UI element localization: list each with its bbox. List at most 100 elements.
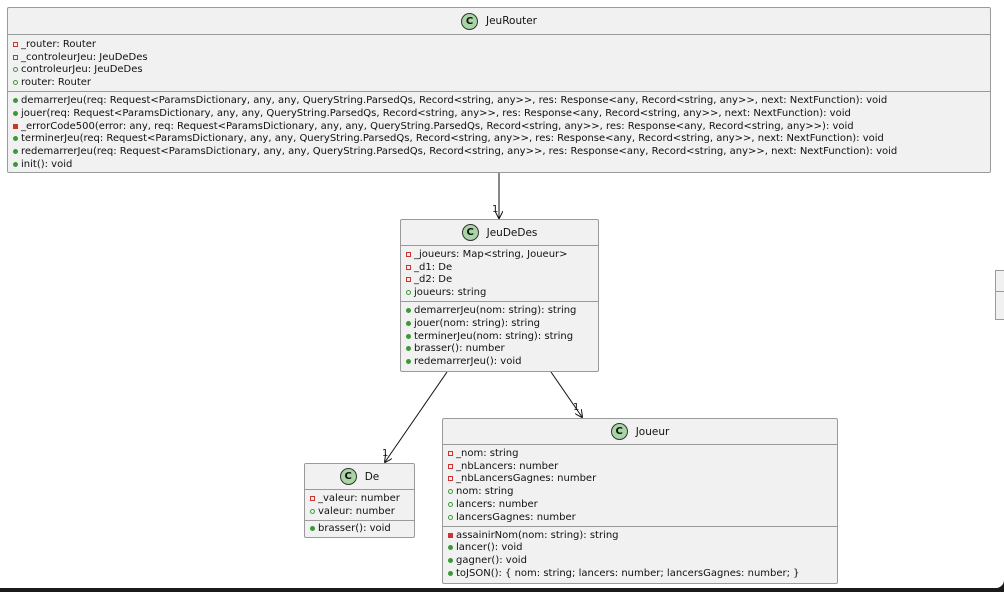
public-visibility-icon <box>406 359 411 365</box>
public-visibility-icon <box>13 136 18 142</box>
member-text: init(): void <box>21 159 73 171</box>
operations-section: brasser(): void <box>305 519 414 538</box>
class-operation: assainirNom(nom: string): string <box>448 529 832 542</box>
member-text: _nom: string <box>456 447 519 459</box>
class-badge-icon: C <box>461 224 479 241</box>
class-operation: jouer(nom: string): string <box>406 317 593 330</box>
class-badge-icon: C <box>339 468 357 485</box>
class-attribute: _d1: De <box>406 261 593 274</box>
public-visibility-icon <box>310 526 315 532</box>
class-operation: _errorCode500(error: any, req: Request<P… <box>13 120 985 133</box>
member-text: terminerJeu(req: Request<ParamsDictionar… <box>21 133 884 145</box>
offscreen-class-stub <box>995 270 1004 320</box>
private-visibility-icon <box>406 251 411 257</box>
class-name: JeuRouter <box>485 15 537 27</box>
public-visibility-icon <box>13 67 18 73</box>
member-text: valeur: number <box>318 505 395 517</box>
class-operation: lancer(): void <box>448 542 832 555</box>
member-text: joueurs: string <box>414 287 487 299</box>
class-badge-icon: C <box>610 423 628 440</box>
class-operation: init(): void <box>13 158 985 171</box>
class-operation: terminerJeu(nom: string): string <box>406 330 593 343</box>
class-jeurouter[interactable]: C JeuRouter _router: Router _controleurJe… <box>7 7 991 173</box>
link-jeudedes-joueur <box>550 371 582 417</box>
public-visibility-icon <box>448 571 453 577</box>
link-jeudedes-de <box>385 371 448 462</box>
class-header: C De <box>305 464 414 490</box>
member-text: _errorCode500(error: any, req: Request<P… <box>21 120 854 132</box>
diagram-canvas: 1 1 1 C JeuRouter _router: Router _contro… <box>0 0 1004 588</box>
attributes-section: _valeur: number valeur: number <box>305 490 414 520</box>
public-visibility-icon <box>448 558 453 564</box>
class-attribute: nom: string <box>448 485 832 498</box>
public-visibility-icon <box>13 80 18 86</box>
public-visibility-icon <box>13 149 18 155</box>
public-visibility-icon <box>406 308 411 314</box>
class-attribute: _d2: De <box>406 274 593 287</box>
member-text: redemarrerJeu(): void <box>414 356 522 368</box>
public-visibility-icon <box>13 110 18 116</box>
private-visibility-icon <box>448 532 453 538</box>
class-attribute: router: Router <box>13 76 985 89</box>
member-text: jouer(req: Request<ParamsDictionary, any… <box>21 107 851 119</box>
private-visibility-icon <box>13 123 18 129</box>
multiplicity-label-de: 1 <box>382 448 388 459</box>
public-visibility-icon <box>448 502 453 508</box>
member-text: demarrerJeu(nom: string): string <box>414 305 577 317</box>
class-attribute: _nbLancers: number <box>448 460 832 473</box>
class-jeudedes[interactable]: C JeuDeDes _joueurs: Map<string, Joueur>… <box>400 219 599 372</box>
member-text: lancers: number <box>456 499 538 511</box>
member-text: lancersGagnes: number <box>456 511 576 523</box>
member-text: lancer(): void <box>456 542 523 554</box>
member-text: gagner(): void <box>456 555 527 567</box>
member-text: _nbLancers: number <box>456 460 559 472</box>
class-name: JeuDeDes <box>486 226 538 239</box>
member-text: terminerJeu(nom: string): string <box>414 330 574 342</box>
class-header: C JeuDeDes <box>401 220 598 246</box>
private-visibility-icon <box>406 277 411 283</box>
class-attribute: joueurs: string <box>406 286 593 299</box>
class-header: C JeuRouter <box>8 8 990 35</box>
multiplicity-label-jeudedes: 1 <box>492 204 498 215</box>
member-text: _d1: De <box>414 261 453 273</box>
private-visibility-icon <box>13 41 18 47</box>
private-visibility-icon <box>310 495 315 501</box>
public-visibility-icon <box>448 514 453 520</box>
class-attribute: _nom: string <box>448 447 832 460</box>
member-text: _valeur: number <box>318 492 400 504</box>
member-text: _joueurs: Map<string, Joueur> <box>414 248 568 260</box>
class-attribute: lancersGagnes: number <box>448 511 832 524</box>
member-text: router: Router <box>21 77 92 89</box>
attributes-section: _nom: string _nbLancers: number _nbLancers… <box>443 445 837 526</box>
attributes-section: _joueurs: Map<string, Joueur> _d1: De _d2:… <box>401 246 598 301</box>
class-operation: terminerJeu(req: Request<ParamsDictionar… <box>13 133 985 146</box>
class-attribute: _valeur: number <box>310 492 409 505</box>
member-text: demarrerJeu(req: Request<ParamsDictionar… <box>21 95 888 107</box>
attributes-section: _router: Router _controleurJeu: JeuDeDes c… <box>8 35 990 91</box>
member-text: brasser(): number <box>414 343 505 355</box>
member-text: _router: Router <box>21 38 97 50</box>
member-text: toJSON(): { nom: string; lancers: number… <box>456 568 800 580</box>
class-attribute: controleurJeu: JeuDeDes <box>13 64 985 77</box>
public-visibility-icon <box>448 489 453 495</box>
private-visibility-icon <box>448 450 453 456</box>
class-de[interactable]: C De _valeur: number valeur: number brass… <box>304 463 415 538</box>
class-attribute: lancers: number <box>448 498 832 511</box>
class-operation: gagner(): void <box>448 554 832 567</box>
class-operation: redemarrerJeu(req: Request<ParamsDiction… <box>13 145 985 158</box>
class-attribute: valeur: number <box>310 505 409 518</box>
public-visibility-icon <box>406 333 411 339</box>
member-text: _nbLancersGagnes: number <box>456 473 597 485</box>
public-visibility-icon <box>310 508 315 514</box>
private-visibility-icon <box>13 54 18 60</box>
member-text: redemarrerJeu(req: Request<ParamsDiction… <box>21 146 898 158</box>
class-operation: redemarrerJeu(): void <box>406 355 593 368</box>
public-visibility-icon <box>406 320 411 326</box>
public-visibility-icon <box>406 290 411 296</box>
member-text: _controleurJeu: JeuDeDes <box>21 51 148 63</box>
class-joueur[interactable]: C Joueur _nom: string _nbLancers: number _… <box>442 418 838 584</box>
class-name: De <box>364 470 380 483</box>
public-visibility-icon <box>448 545 453 551</box>
member-text: _d2: De <box>414 274 453 286</box>
class-attribute: _controleurJeu: JeuDeDes <box>13 51 985 64</box>
